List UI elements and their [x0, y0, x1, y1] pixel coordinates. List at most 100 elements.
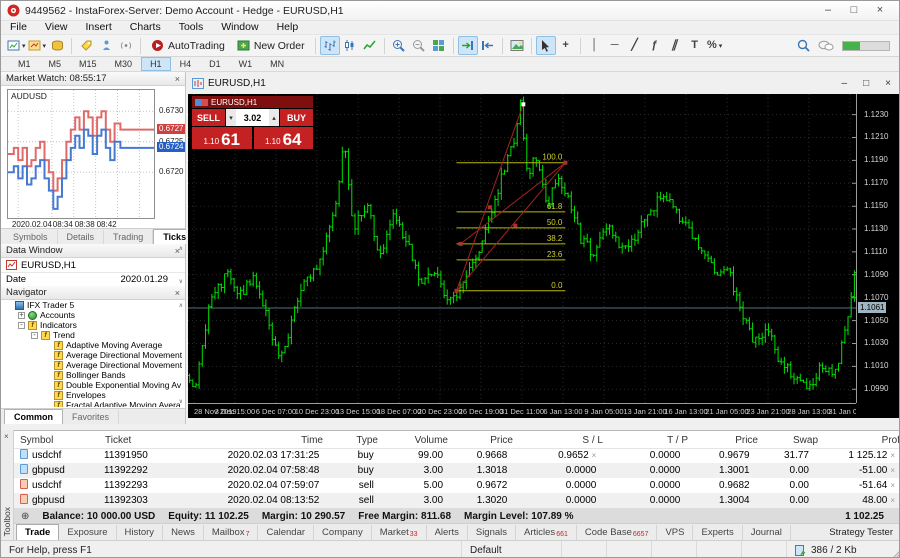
auto-scroll-button[interactable]: [458, 36, 478, 55]
history-center-button[interactable]: [47, 36, 67, 55]
toolbox-tab-journal[interactable]: Journal: [743, 525, 791, 540]
candlestick-mode-button[interactable]: [340, 36, 360, 55]
navigator-item[interactable]: fDouble Exponential Moving Av: [1, 380, 185, 390]
navigator-item[interactable]: fAverage Directional Movement: [1, 360, 185, 370]
expand-icon[interactable]: ⊕: [21, 511, 29, 522]
menu-item-help[interactable]: Help: [268, 21, 308, 34]
sell-price[interactable]: 1.10 61: [192, 127, 252, 149]
chart-scroll-strip[interactable]: [188, 419, 899, 430]
broadcast-button[interactable]: [116, 36, 136, 55]
column-header-type[interactable]: Type: [329, 433, 384, 448]
line-chart-mode-button[interactable]: [360, 36, 380, 55]
chevron-down-icon[interactable]: ▾: [43, 42, 47, 50]
time-axis-label[interactable]: 9 Jan 05:00: [584, 407, 623, 416]
symbols-button[interactable]: [76, 36, 96, 55]
navigator-item[interactable]: fFractal Adaptive Moving Avera: [1, 400, 185, 407]
menu-item-file[interactable]: File: [1, 21, 36, 34]
new-chart-button[interactable]: ▾: [6, 36, 27, 55]
chevron-down-icon[interactable]: ▾: [22, 42, 26, 50]
scroll-up-icon[interactable]: ∧: [179, 245, 183, 252]
one-click-header[interactable]: EURUSD,H1: [192, 96, 313, 108]
time-axis-label[interactable]: 3 Dec 15:00: [215, 407, 255, 416]
volume-increase-icon[interactable]: ▴: [269, 109, 279, 126]
toolbox-tab-history[interactable]: History: [117, 525, 164, 540]
close-icon[interactable]: ×: [4, 432, 9, 441]
new-order-button[interactable]: New Order: [231, 36, 311, 55]
profiles-button[interactable]: ▾: [27, 36, 48, 55]
collapse-icon[interactable]: -: [31, 332, 38, 339]
time-axis-label[interactable]: 21 Jan 05:00: [705, 407, 748, 416]
toolbox-tab-code-base[interactable]: Code Base6657: [577, 525, 658, 540]
buy-button[interactable]: BUY: [280, 109, 313, 126]
toolbox-tab-alerts[interactable]: Alerts: [427, 525, 468, 540]
navigator-item[interactable]: fAverage Directional Movement: [1, 350, 185, 360]
timeframe-m15[interactable]: M15: [70, 57, 106, 71]
price-chart[interactable]: 100.061.850.038.223.60.0 1.12301.12101.1…: [188, 94, 899, 418]
time-axis-label[interactable]: 26 Dec 19:00: [459, 407, 504, 416]
buy-price[interactable]: 1.10 64: [254, 127, 314, 149]
market-watch-tab-symbols[interactable]: Symbols: [4, 230, 58, 244]
column-header-price[interactable]: Price: [454, 433, 519, 448]
crosshair-tool-button[interactable]: +: [556, 36, 576, 55]
collapse-icon[interactable]: -: [18, 322, 25, 329]
chart-tab-title[interactable]: EURUSD,H1: [208, 78, 266, 89]
navigator-item[interactable]: -fTrend: [1, 330, 185, 340]
bar-chart-mode-button[interactable]: [320, 36, 340, 55]
close-icon[interactable]: ×: [175, 288, 180, 298]
zoom-out-button[interactable]: [409, 36, 429, 55]
column-header-price[interactable]: Price: [694, 433, 764, 448]
time-axis-label[interactable]: 6 Jan 13:00: [543, 407, 582, 416]
zoom-in-button[interactable]: [389, 36, 409, 55]
column-header-time[interactable]: Time: [189, 433, 329, 448]
chat-icon[interactable]: [818, 40, 834, 52]
trade-row[interactable]: gbpusd113923032020.02.04 08:13:52sell3.0…: [14, 493, 900, 508]
chart-shift-button[interactable]: [478, 36, 498, 55]
toolbox-tab-articles[interactable]: Articles661: [516, 525, 577, 540]
equidistant-channel-tool-button[interactable]: ∥: [665, 36, 685, 55]
arrows-tool-button[interactable]: %▾: [705, 36, 725, 55]
close-position-icon[interactable]: ×: [890, 496, 895, 505]
trade-row[interactable]: usdchf113919502020.02.03 17:31:25buy99.0…: [14, 448, 900, 463]
timeframe-mn[interactable]: MN: [261, 57, 293, 71]
timeframe-m1[interactable]: M1: [9, 57, 40, 71]
navigator-item[interactable]: IFX Trader 5: [1, 300, 185, 310]
time-axis-label[interactable]: 16 Jan 13:00: [664, 407, 707, 416]
chart-minimize-button[interactable]: –: [842, 78, 848, 89]
volume-stepper[interactable]: ▾ 3.02 ▴: [226, 109, 279, 126]
volume-decrease-icon[interactable]: ▾: [226, 109, 236, 126]
close-position-icon[interactable]: ×: [890, 481, 895, 490]
menu-item-charts[interactable]: Charts: [121, 21, 170, 34]
menu-item-view[interactable]: View: [36, 21, 77, 34]
column-header-symbol[interactable]: Symbol: [14, 433, 99, 448]
timeframe-h4[interactable]: H4: [171, 57, 201, 71]
time-axis-label[interactable]: 13 Dec 15:00: [336, 407, 381, 416]
toolbox-tab-mailbox[interactable]: Mailbox7: [204, 525, 259, 540]
time-axis-label[interactable]: 31 Dec 11:00: [500, 407, 544, 416]
column-header-sl[interactable]: S / L: [519, 433, 609, 448]
menu-item-window[interactable]: Window: [212, 21, 267, 34]
trendline-tool-button[interactable]: ╱: [625, 36, 645, 55]
toolbox-tab-trade[interactable]: Trade: [16, 524, 59, 540]
objects-window-button[interactable]: [507, 36, 527, 55]
close-button[interactable]: ×: [867, 3, 893, 19]
time-axis-label[interactable]: 31 Jan 05:00: [828, 407, 856, 416]
sell-button[interactable]: SELL: [192, 109, 225, 126]
time-axis-label[interactable]: 23 Jan 21:00: [746, 407, 789, 416]
resize-grip[interactable]: [891, 541, 900, 558]
toolbox-tab-vps[interactable]: VPS: [657, 525, 693, 540]
column-header-profit[interactable]: Profit: [824, 433, 900, 448]
cursor-tool-button[interactable]: [536, 36, 556, 55]
price-axis[interactable]: 1.12301.12101.11901.11701.11501.11301.11…: [856, 94, 899, 403]
timeframe-w1[interactable]: W1: [230, 57, 262, 71]
scroll-down-icon[interactable]: ∨: [179, 398, 183, 405]
navigator-tab-favorites[interactable]: Favorites: [63, 410, 119, 424]
autotrading-button[interactable]: AutoTrading: [145, 36, 231, 55]
toolbox-tab-market[interactable]: Market33: [372, 525, 427, 540]
expand-icon[interactable]: +: [18, 312, 25, 319]
chart-maximize-button[interactable]: □: [863, 78, 869, 89]
timeframe-h1[interactable]: H1: [141, 57, 171, 71]
toolbox-tab-signals[interactable]: Signals: [468, 525, 516, 540]
menu-item-tools[interactable]: Tools: [170, 21, 213, 34]
tick-chart[interactable]: AUDUSD: [7, 89, 155, 219]
toolbox-tab-experts[interactable]: Experts: [693, 525, 742, 540]
